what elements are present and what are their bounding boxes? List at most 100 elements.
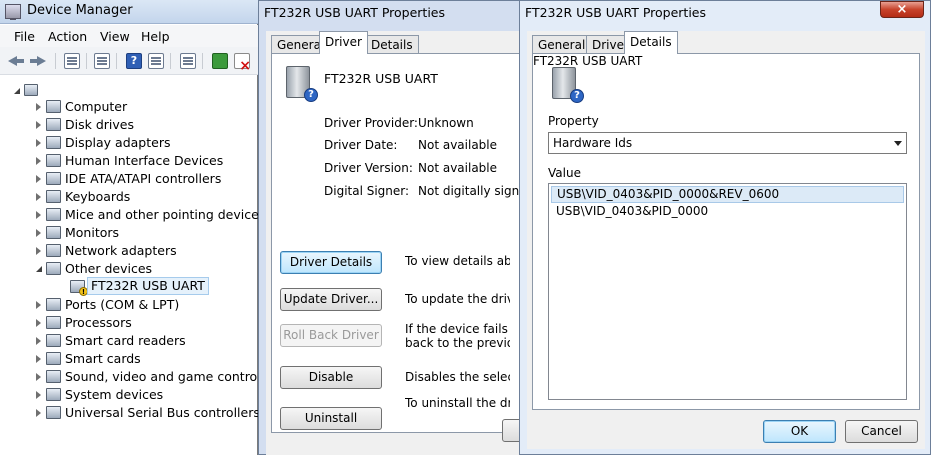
collapsed-arrow-icon[interactable] xyxy=(36,211,41,219)
tab-details[interactable]: Details xyxy=(365,35,419,53)
device-category-icon xyxy=(46,370,61,383)
device-category-icon xyxy=(46,208,61,221)
tree-item-label: Ports (COM & LPT) xyxy=(65,297,180,312)
back-icon[interactable] xyxy=(8,53,24,69)
device-category-icon xyxy=(46,406,61,419)
tree-item-label: IDE ATA/ATAPI controllers xyxy=(65,171,222,186)
menu-action[interactable]: Action xyxy=(48,29,87,44)
device-category-icon xyxy=(46,244,61,257)
menu-view[interactable]: View xyxy=(100,29,130,44)
forward-icon[interactable] xyxy=(30,53,46,69)
tree-item-label: Monitors xyxy=(65,225,120,240)
device-manager-window: Device Manager File Action View Help ? C… xyxy=(0,0,284,455)
toolbar-separator xyxy=(55,53,56,69)
tree-item-label: Computer xyxy=(65,99,128,114)
collapsed-arrow-icon[interactable] xyxy=(36,175,41,183)
dialog-title: FT232R USB UART Properties xyxy=(525,5,707,20)
properties-icon[interactable] xyxy=(94,53,110,69)
usb-device-icon: ? xyxy=(286,66,318,102)
expanded-arrow-icon[interactable] xyxy=(14,88,20,94)
toolbar-separator xyxy=(116,53,117,69)
device-name: FT232R USB UART xyxy=(324,71,438,86)
tree-item-label: Network adapters xyxy=(65,243,177,258)
update-driver-icon[interactable] xyxy=(212,53,228,69)
dialog-body: General Driver Details ? FT232R USB UART… xyxy=(527,31,925,449)
collapsed-arrow-icon[interactable] xyxy=(36,121,41,129)
menu-help[interactable]: Help xyxy=(141,29,170,44)
dropdown-arrow-icon[interactable] xyxy=(894,141,902,146)
collapsed-arrow-icon[interactable] xyxy=(36,319,41,327)
tree-item-label: Processors xyxy=(65,315,132,330)
collapsed-arrow-icon[interactable] xyxy=(36,193,41,201)
tree-item-label: Disk drives xyxy=(65,117,134,132)
driver-provider-label: Driver Provider: xyxy=(324,116,418,130)
device-category-icon xyxy=(46,262,61,275)
update-driver-button[interactable]: Update Driver... xyxy=(280,288,382,311)
digital-signer-value: Not digitally signed xyxy=(418,184,535,198)
collapsed-arrow-icon[interactable] xyxy=(36,103,41,111)
tab-general[interactable]: General xyxy=(532,35,592,53)
refresh-icon[interactable] xyxy=(148,53,164,69)
list-item[interactable]: USB\VID_0403&PID_0000 xyxy=(551,204,904,221)
uninstall-button[interactable]: Uninstall xyxy=(280,407,382,430)
collapsed-arrow-icon[interactable] xyxy=(36,157,41,165)
help-icon[interactable]: ? xyxy=(126,53,142,69)
driver-provider-value: Unknown xyxy=(418,116,474,130)
collapsed-arrow-icon[interactable] xyxy=(36,229,41,237)
roll-back-driver-button[interactable]: Roll Back Driver xyxy=(280,324,382,347)
tree-item-label: Universal Serial Bus controllers xyxy=(65,405,260,420)
device-category-icon xyxy=(46,136,61,149)
tab-details[interactable]: Details xyxy=(624,31,678,54)
disable-button[interactable]: Disable xyxy=(280,366,382,389)
driver-version-label: Driver Version: xyxy=(324,161,413,175)
scan-hardware-icon[interactable] xyxy=(180,53,196,69)
device-category-icon xyxy=(46,226,61,239)
driver-date-value: Not available xyxy=(418,138,498,152)
cancel-button[interactable]: Cancel xyxy=(845,420,918,443)
uninstall-icon[interactable] xyxy=(234,53,251,74)
collapsed-arrow-icon[interactable] xyxy=(36,355,41,363)
device-category-icon: ! xyxy=(70,280,88,296)
expanded-arrow-icon[interactable] xyxy=(36,266,42,272)
update-driver-desc: To update the driver so xyxy=(405,292,510,306)
device-category-icon xyxy=(46,316,61,329)
tree-item-label: FT232R USB UART xyxy=(87,277,209,295)
driver-details-button[interactable]: Driver Details xyxy=(280,251,382,274)
digital-signer-label: Digital Signer: xyxy=(324,184,410,198)
roll-back-driver-desc: If the device fails after back to the pr… xyxy=(405,322,510,350)
tree-item-label: Smart cards xyxy=(65,351,141,366)
driver-details-desc: To view details about t xyxy=(405,254,510,268)
question-mark-icon: ? xyxy=(570,89,584,103)
device-name: FT232R USB UART xyxy=(533,54,643,68)
collapsed-arrow-icon[interactable] xyxy=(36,139,41,147)
device-category-icon xyxy=(46,334,61,347)
toolbar-separator xyxy=(86,53,87,69)
toolbar: ? xyxy=(0,47,258,75)
collapsed-arrow-icon[interactable] xyxy=(36,373,41,381)
tab-driver[interactable]: Driver xyxy=(319,31,368,54)
close-button[interactable]: × xyxy=(880,1,924,18)
tree-item-label: Smart card readers xyxy=(65,333,186,348)
ok-button[interactable]: OK xyxy=(763,420,836,443)
value-listbox[interactable]: USB\VID_0403&PID_0000&REV_0600 USB\VID_0… xyxy=(548,183,907,400)
details-properties-dialog: FT232R USB UART Properties × General Dri… xyxy=(519,0,931,455)
show-hide-console-tree-icon[interactable] xyxy=(64,53,80,69)
collapsed-arrow-icon[interactable] xyxy=(36,301,41,309)
collapsed-arrow-icon[interactable] xyxy=(36,247,41,255)
toolbar-separator xyxy=(202,53,203,69)
list-item[interactable]: USB\VID_0403&PID_0000&REV_0600 xyxy=(551,186,904,203)
collapsed-arrow-icon[interactable] xyxy=(36,409,41,417)
driver-version-value: Not available xyxy=(418,161,498,175)
collapsed-arrow-icon[interactable] xyxy=(36,337,41,345)
dialog-title: FT232R USB UART Properties xyxy=(264,5,446,20)
collapsed-arrow-icon[interactable] xyxy=(36,391,41,399)
toolbar-separator xyxy=(170,53,171,69)
tree-item-label: Human Interface Devices xyxy=(65,153,224,168)
device-category-icon xyxy=(46,298,61,311)
dialog-title-bar: FT232R USB UART Properties xyxy=(259,1,523,27)
property-selected-value: Hardware Ids xyxy=(553,136,633,150)
title-bar: Device Manager xyxy=(0,0,258,24)
menu-file[interactable]: File xyxy=(14,29,35,44)
property-dropdown[interactable]: Hardware Ids xyxy=(548,132,907,154)
menu-bar: File Action View Help xyxy=(0,25,258,47)
